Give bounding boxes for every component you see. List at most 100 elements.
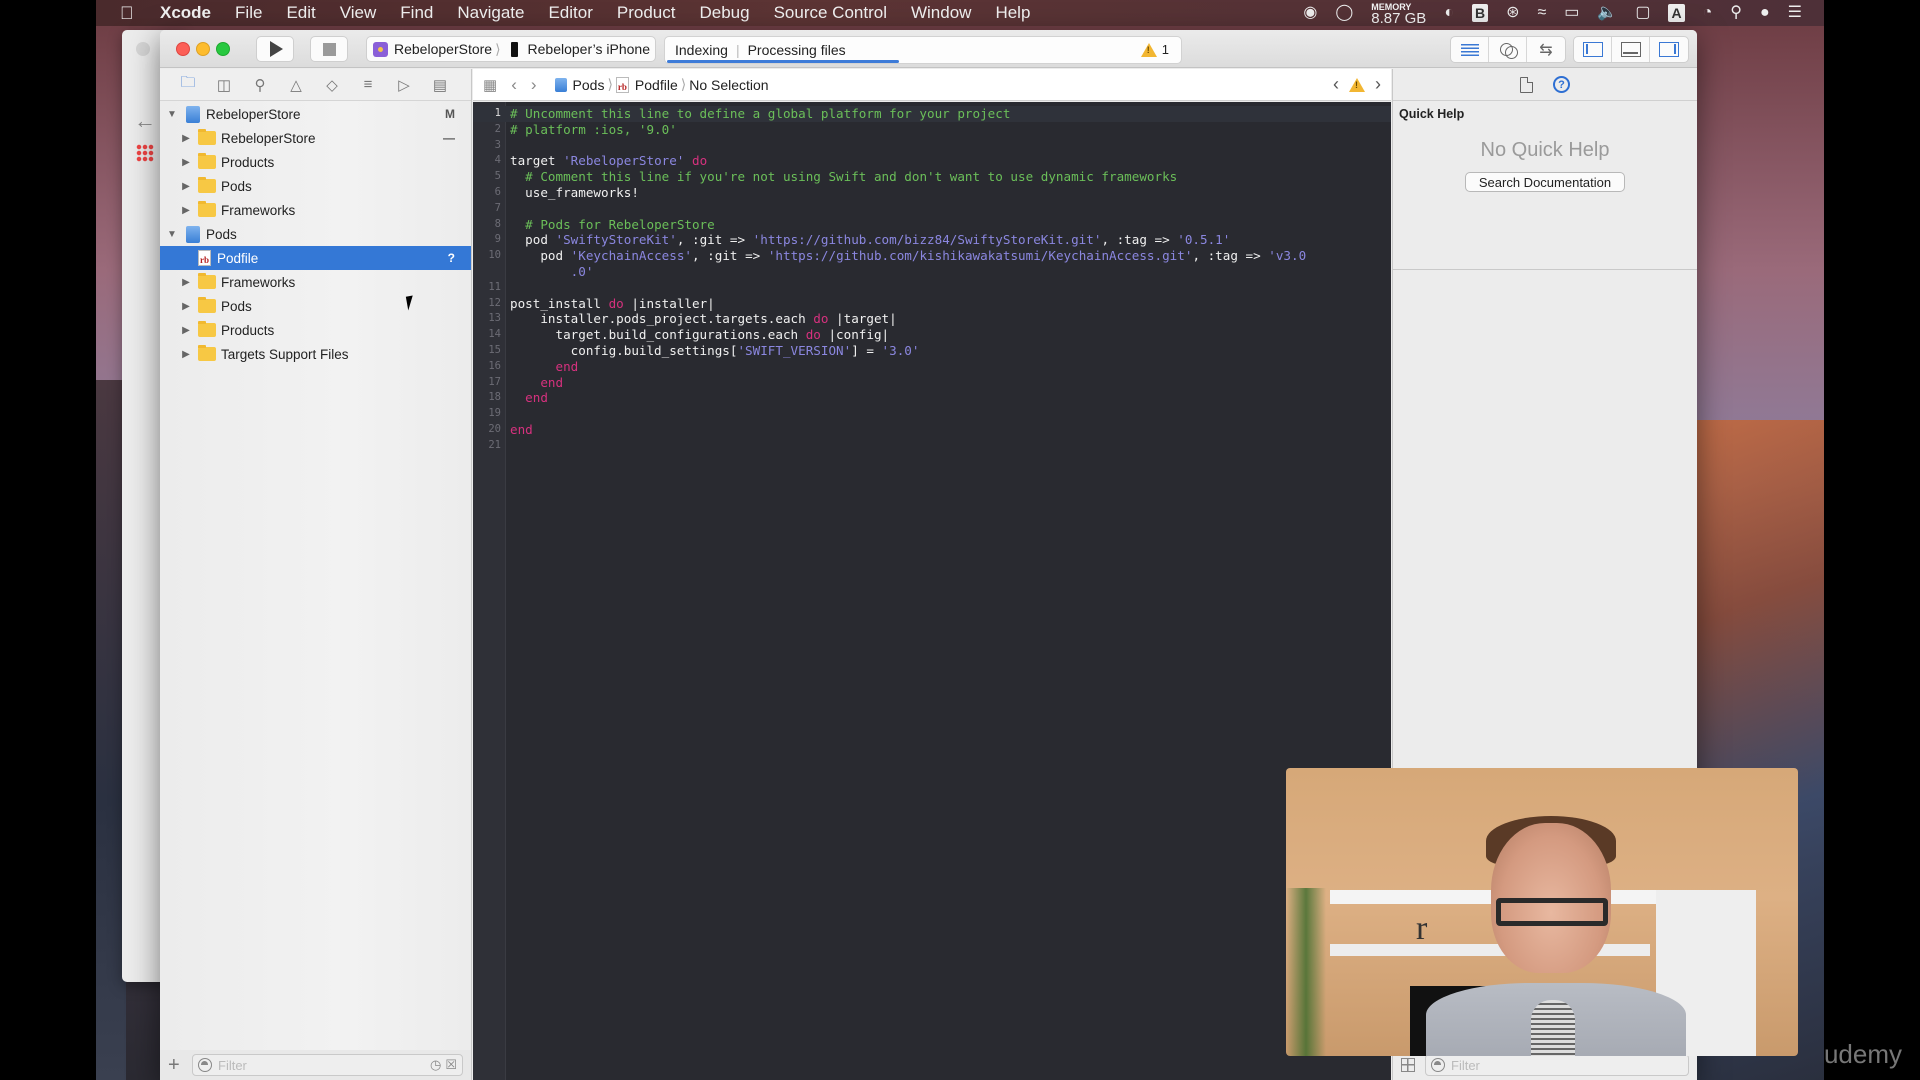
back-arrow-icon[interactable]: ← — [134, 108, 156, 134]
menu-edit[interactable]: Edit — [286, 3, 315, 23]
tree-item-pods[interactable]: ▶ Pods — [160, 294, 471, 318]
code-line[interactable]: 8 # Pods for RebeloperStore — [473, 217, 1391, 233]
code-line[interactable]: 18 end — [473, 390, 1391, 406]
code-content[interactable]: 1 # Uncomment this line to define a globa… — [473, 106, 1391, 454]
hierarchy-icon[interactable]: ◫ — [214, 75, 234, 95]
memory-icon[interactable]: MEMORY 8.87 GB — [1371, 2, 1426, 26]
go-forward-icon[interactable]: › — [531, 75, 537, 95]
breakpoint-icon[interactable]: ▷ — [394, 75, 414, 95]
disclosure-collapsed-icon[interactable]: ▶ — [180, 301, 192, 312]
library-filter-input[interactable]: Filter — [1425, 1054, 1689, 1076]
test-diamond-icon[interactable]: ◇ — [322, 75, 342, 95]
menu-product[interactable]: Product — [617, 3, 676, 23]
quick-help-icon[interactable]: ? — [1553, 76, 1570, 93]
previous-issue-icon[interactable]: ‹ — [1333, 74, 1339, 95]
next-issue-icon[interactable]: › — [1375, 74, 1381, 95]
search-icon[interactable]: ⚲ — [250, 75, 270, 95]
disclosure-expanded-icon[interactable]: ▼ — [166, 229, 178, 240]
issue-warning-icon[interactable] — [1349, 77, 1365, 92]
disclosure-collapsed-icon[interactable]: ▶ — [180, 133, 192, 144]
warning-triangle-icon[interactable]: △ — [286, 75, 306, 95]
source-editor[interactable]: 1 # Uncomment this line to define a globa… — [473, 102, 1391, 1080]
go-back-icon[interactable]: ‹ — [511, 75, 517, 95]
tree-item-products[interactable]: ▶ Products — [160, 318, 471, 342]
assistant-editor-button[interactable] — [1489, 37, 1527, 62]
menu-source-control[interactable]: Source Control — [774, 3, 887, 23]
toggle-navigator-button[interactable] — [1574, 37, 1612, 62]
code-line[interactable]: 7 — [473, 201, 1391, 217]
tree-item-pods[interactable]: ▶ Pods — [160, 174, 471, 198]
code-line[interactable]: 6 use_frameworks! — [473, 185, 1391, 201]
siri-icon[interactable]: ● — [1760, 0, 1770, 26]
tree-item-rebeloperstore[interactable]: ▶ RebeloperStore — — [160, 126, 471, 150]
file-inspector-icon[interactable] — [1520, 76, 1533, 93]
bartender-icon[interactable]: B — [1471, 4, 1489, 22]
code-line[interactable]: 9 pod 'SwiftyStoreKit', :git => 'https:/… — [473, 232, 1391, 248]
menu-view[interactable]: View — [340, 3, 377, 23]
code-line[interactable]: 1 # Uncomment this line to define a globa… — [473, 106, 1391, 122]
gauge-icon[interactable]: ◐ — [1444, 0, 1454, 26]
menu-file[interactable]: File — [235, 3, 262, 23]
menu-find[interactable]: Find — [400, 3, 433, 23]
scheme-selector[interactable]: RebeloperStore ⟩ Rebeloper’s iPhone — [366, 36, 656, 62]
warning-indicator[interactable]: 1 — [1140, 42, 1169, 57]
tree-item-targets-support-files[interactable]: ▶ Targets Support Files — [160, 342, 471, 366]
menu-debug[interactable]: Debug — [699, 3, 749, 23]
input-source-icon[interactable]: A — [1668, 4, 1685, 22]
airplay-icon[interactable]: ▭ — [1564, 0, 1579, 26]
search-documentation-button[interactable]: Search Documentation — [1465, 172, 1625, 192]
folder-icon[interactable]: 🗀 — [178, 74, 198, 95]
toggle-utilities-button[interactable] — [1650, 37, 1688, 62]
report-icon[interactable]: ▤ — [430, 75, 450, 95]
standard-editor-button[interactable] — [1451, 37, 1489, 62]
code-line[interactable]: 17 end — [473, 375, 1391, 391]
disclosure-collapsed-icon[interactable]: ▶ — [180, 349, 192, 360]
related-items-icon[interactable]: ▦ — [483, 76, 497, 94]
menu-help[interactable]: Help — [995, 3, 1030, 23]
zoom-window-button[interactable] — [216, 42, 230, 56]
code-line[interactable]: 15 config.build_settings['SWIFT_VERSION'… — [473, 343, 1391, 359]
code-line[interactable]: .0' — [473, 264, 1391, 280]
bluetooth-icon[interactable]: ⊛ — [1506, 0, 1519, 26]
code-line[interactable]: 11 — [473, 280, 1391, 296]
tree-item-pods[interactable]: ▼ Pods — [160, 222, 471, 246]
run-button[interactable] — [256, 36, 294, 62]
recent-files-icon[interactable]: ◷ — [430, 1057, 441, 1073]
code-line[interactable]: 3 — [473, 138, 1391, 154]
tree-item-products[interactable]: ▶ Products — [160, 150, 471, 174]
battery-icon[interactable]: ▢ — [1635, 0, 1650, 26]
code-line[interactable]: 5 # Comment this line if you're not usin… — [473, 169, 1391, 185]
activity-viewer[interactable]: Indexing | Processing files 1 — [664, 36, 1182, 64]
apple-menu-icon[interactable]:  — [120, 3, 138, 24]
tree-item-rebeloperstore[interactable]: ▼ RebeloperStore M — [160, 102, 471, 126]
volume-icon[interactable]: 🔈 — [1597, 0, 1617, 26]
circle-icon[interactable]: ◯ — [1335, 0, 1353, 26]
code-line[interactable]: 14 target.build_configurations.each do |… — [473, 327, 1391, 343]
code-line[interactable]: 19 — [473, 406, 1391, 422]
tree-item-frameworks[interactable]: ▶ Frameworks — [160, 270, 471, 294]
code-line[interactable]: 16 end — [473, 359, 1391, 375]
toggle-debug-area-button[interactable] — [1612, 37, 1650, 62]
menu-navigate[interactable]: Navigate — [457, 3, 524, 23]
disclosure-collapsed-icon[interactable]: ▶ — [180, 181, 192, 192]
navigator-filter-input[interactable]: Filter ◷ ☒ — [192, 1054, 463, 1076]
breadcrumb-podfile[interactable]: Podfile — [635, 77, 678, 93]
stop-button[interactable] — [310, 36, 348, 62]
menu-editor[interactable]: Editor — [548, 3, 592, 23]
add-file-icon[interactable]: + — [168, 1054, 184, 1077]
code-line[interactable]: 4 target 'RebeloperStore' do — [473, 153, 1391, 169]
version-editor-button[interactable]: ⇆ — [1527, 37, 1565, 62]
disclosure-collapsed-icon[interactable]: ▶ — [180, 325, 192, 336]
disclosure-collapsed-icon[interactable]: ▶ — [180, 157, 192, 168]
breadcrumb-pods[interactable]: Pods — [573, 77, 605, 93]
code-line[interactable]: 12 post_install do |installer| — [473, 296, 1391, 312]
close-window-button[interactable] — [176, 42, 190, 56]
breadcrumb-selection[interactable]: No Selection — [689, 77, 768, 93]
disclosure-expanded-icon[interactable]: ▼ — [166, 109, 178, 120]
spotlight-icon[interactable]: ⚲ — [1730, 0, 1742, 26]
code-line[interactable]: 2 # platform :ios, '9.0' — [473, 122, 1391, 138]
code-line[interactable]: 10 pod 'KeychainAccess', :git => 'https:… — [473, 248, 1391, 264]
timemachine-icon[interactable]: ◔ — [1703, 0, 1713, 26]
menu-app-name[interactable]: Xcode — [160, 3, 211, 23]
record-icon[interactable]: ◉ — [1303, 0, 1317, 26]
